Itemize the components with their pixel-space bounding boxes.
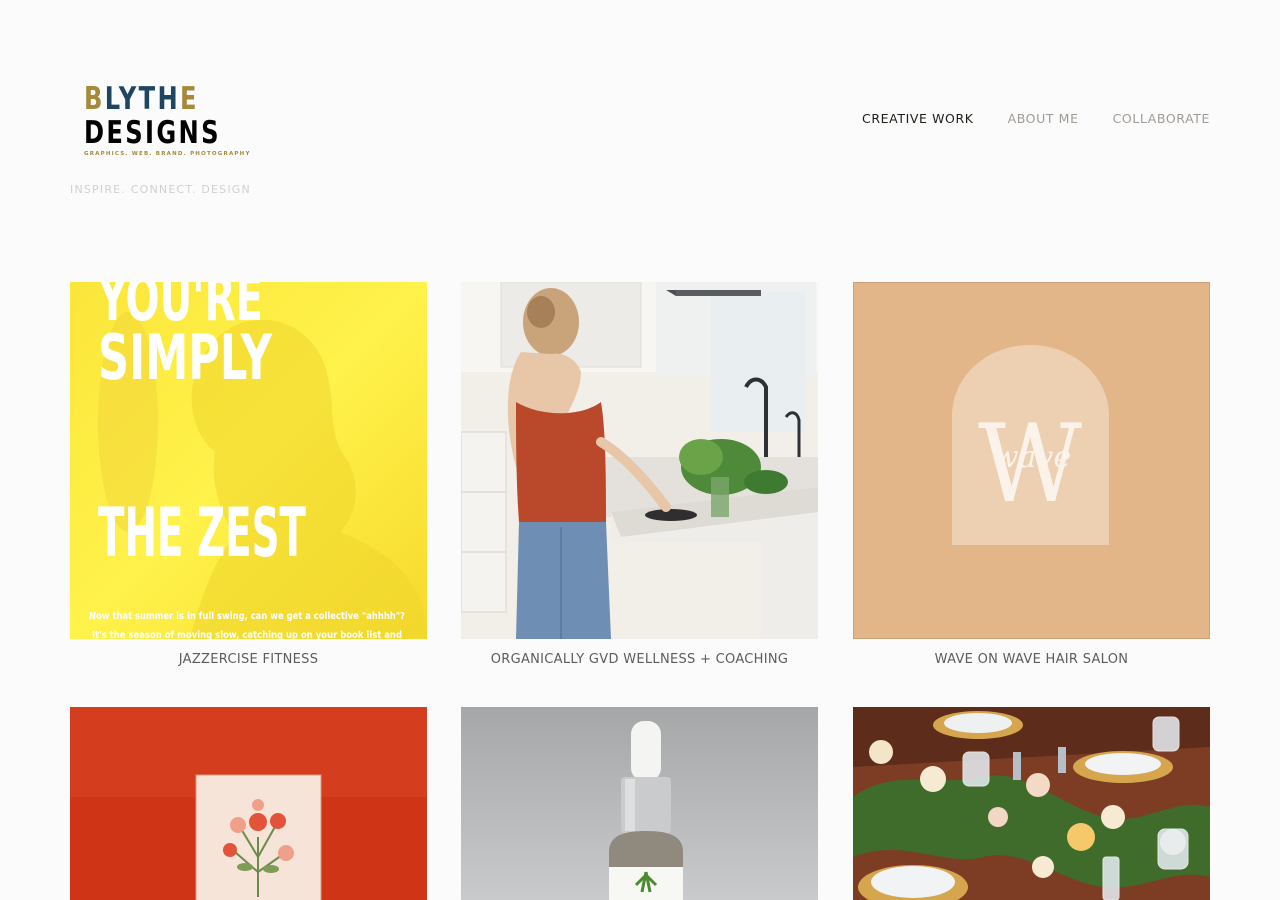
nav-creative-work[interactable]: CREATIVE WORK <box>862 111 974 126</box>
jazzercise-poster-image: YOU'RE SIMPLY THE ZEST Now that summer i… <box>70 282 427 639</box>
wave-logo-image: W wave <box>854 283 1209 638</box>
portfolio-item-table-setting[interactable] <box>853 707 1210 900</box>
portfolio-item-wave-on-wave[interactable]: W wave <box>853 282 1210 639</box>
site-logo[interactable]: BLYTHE DESIGNS GRAPHICS. WEB. BRAND. PHO… <box>84 82 254 157</box>
logo-wordmark-line2: DESIGNS <box>84 115 221 151</box>
nav-about-me[interactable]: ABOUT ME <box>1008 111 1079 126</box>
poster-line-the-zest: THE ZEST <box>98 494 306 573</box>
portfolio-item-serum-bottle[interactable] <box>461 707 818 900</box>
table-setting-image <box>853 707 1210 900</box>
logo-subtitle: GRAPHICS. WEB. BRAND. PHOTOGRAPHY <box>84 151 251 157</box>
caption-organically-gvd[interactable]: ORGANICALLY GVD WELLNESS + COACHING <box>461 652 818 667</box>
poster-body-line1: Now that summer is in full swing, can we… <box>89 611 405 622</box>
kitchen-photo-image <box>461 282 818 639</box>
site-tagline: INSPIRE. CONNECT. DESIGN <box>70 183 251 196</box>
serum-bottle-image <box>461 707 818 900</box>
nav-collaborate[interactable]: COLLABORATE <box>1113 111 1210 126</box>
poster-body-line2: It's the season of moving slow, catching… <box>92 630 402 639</box>
floral-card-image <box>70 707 427 900</box>
caption-wave-on-wave[interactable]: WAVE ON WAVE HAIR SALON <box>853 652 1210 667</box>
portfolio-item-organically-gvd[interactable] <box>461 282 818 639</box>
logo-wordmark-line1: BLYTHE <box>84 81 199 117</box>
main-navigation: CREATIVE WORK ABOUT ME COLLABORATE <box>862 111 1210 126</box>
portfolio-item-floral-card[interactable] <box>70 707 427 900</box>
portfolio-item-jazzercise[interactable]: YOU'RE SIMPLY THE ZEST Now that summer i… <box>70 282 427 639</box>
poster-line-simply: SIMPLY <box>98 321 273 394</box>
caption-jazzercise[interactable]: JAZZERCISE FITNESS <box>70 652 427 667</box>
wave-script-text: wave <box>993 440 1071 475</box>
